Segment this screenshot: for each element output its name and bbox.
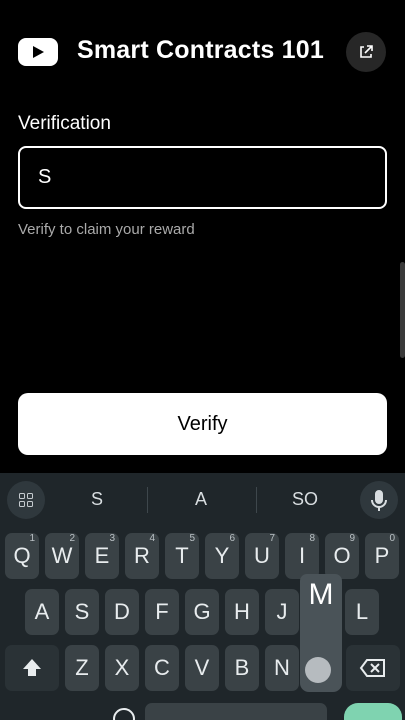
- key-w[interactable]: W2: [45, 533, 79, 579]
- key-n[interactable]: N: [265, 645, 299, 691]
- shift-icon: [23, 659, 41, 676]
- key-t[interactable]: T5: [165, 533, 199, 579]
- emoji-icon: [113, 708, 135, 720]
- app-header: Smart Contracts 101: [0, 0, 405, 105]
- emoji-key[interactable]: [110, 703, 138, 720]
- key-v[interactable]: V: [185, 645, 219, 691]
- key-o[interactable]: O9: [325, 533, 359, 579]
- youtube-logo-icon: [18, 38, 58, 66]
- key-r[interactable]: R4: [125, 533, 159, 579]
- microphone-icon: [371, 490, 387, 511]
- key-d[interactable]: D: [105, 589, 139, 635]
- verify-button[interactable]: Verify: [18, 393, 387, 455]
- backspace-key[interactable]: [346, 645, 400, 691]
- divider: [147, 487, 148, 513]
- key-c[interactable]: C: [145, 645, 179, 691]
- key-l[interactable]: L: [345, 589, 379, 635]
- verification-input-value: S: [38, 166, 52, 188]
- key-j[interactable]: J: [265, 589, 299, 635]
- suggestion-2[interactable]: A: [176, 489, 226, 510]
- key-b[interactable]: B: [225, 645, 259, 691]
- verification-label: Verification: [18, 113, 111, 134]
- helper-text: Verify to claim your reward: [18, 221, 195, 238]
- scrollbar[interactable]: [400, 262, 405, 358]
- key-s[interactable]: S: [65, 589, 99, 635]
- key-y[interactable]: Y6: [205, 533, 239, 579]
- key-g[interactable]: G: [185, 589, 219, 635]
- key-h[interactable]: H: [225, 589, 259, 635]
- verification-input[interactable]: S: [18, 146, 387, 209]
- suggestion-bar: S A SO: [0, 473, 405, 525]
- key-a[interactable]: A: [25, 589, 59, 635]
- touch-indicator: [305, 657, 331, 683]
- key-u[interactable]: U7: [245, 533, 279, 579]
- key-m-label: M: [308, 578, 334, 611]
- backspace-icon: [359, 659, 385, 677]
- key-f[interactable]: F: [145, 589, 179, 635]
- suggestion-3[interactable]: SO: [280, 489, 330, 510]
- space-key[interactable]: [145, 703, 327, 720]
- external-link-icon: [360, 45, 373, 58]
- enter-key[interactable]: [344, 703, 402, 720]
- key-z[interactable]: Z: [65, 645, 99, 691]
- divider: [256, 487, 257, 513]
- apps-grid-button[interactable]: [7, 481, 45, 519]
- key-i[interactable]: I8: [285, 533, 319, 579]
- key-x[interactable]: X: [105, 645, 139, 691]
- key-p[interactable]: P0: [365, 533, 399, 579]
- suggestion-1[interactable]: S: [72, 489, 122, 510]
- key-q[interactable]: Q1: [5, 533, 39, 579]
- page-title: Smart Contracts 101: [77, 36, 324, 64]
- external-link-button[interactable]: [346, 32, 386, 72]
- shift-key[interactable]: [5, 645, 59, 691]
- voice-input-button[interactable]: [360, 481, 398, 519]
- key-e[interactable]: E3: [85, 533, 119, 579]
